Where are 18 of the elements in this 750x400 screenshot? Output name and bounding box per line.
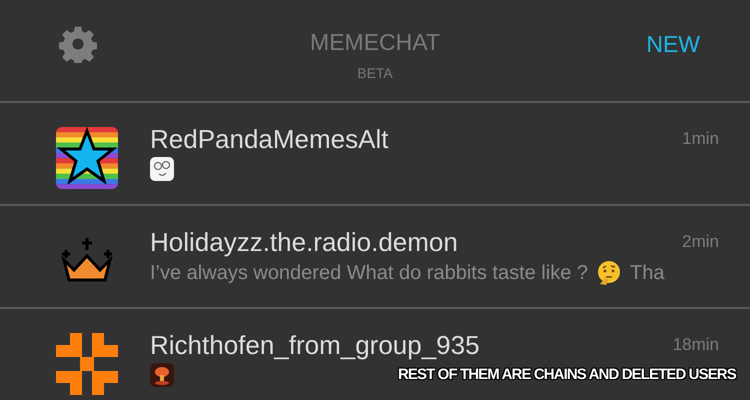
star-avatar-icon <box>56 127 118 189</box>
contact-name: Richthofen_from_group_935 <box>150 331 480 361</box>
message-time: 2min <box>682 232 719 252</box>
message-time: 1min <box>682 129 719 149</box>
message-time: 18min <box>672 335 719 355</box>
app-subtitle: BETA <box>357 66 393 80</box>
explosion-icon <box>150 362 174 387</box>
message-preview: I’ve always wondered What do rabbits taste like ? <box>150 260 588 285</box>
meme-face-icon <box>150 156 174 181</box>
app-title: MEMECHAT <box>310 31 440 54</box>
settings-icon[interactable] <box>59 25 97 63</box>
cross-avatar-icon <box>56 333 118 395</box>
new-button[interactable]: NEW <box>646 33 700 56</box>
thinking-face-icon <box>596 260 622 286</box>
contact-name: RedPandaMemesAlt <box>150 125 388 155</box>
message-preview: Tha <box>630 260 664 285</box>
meme-caption: REST OF THEM ARE CHAINS AND DELETED USERS <box>398 366 736 383</box>
contact-name: Holidayzz.the.radio.demon <box>150 228 458 258</box>
